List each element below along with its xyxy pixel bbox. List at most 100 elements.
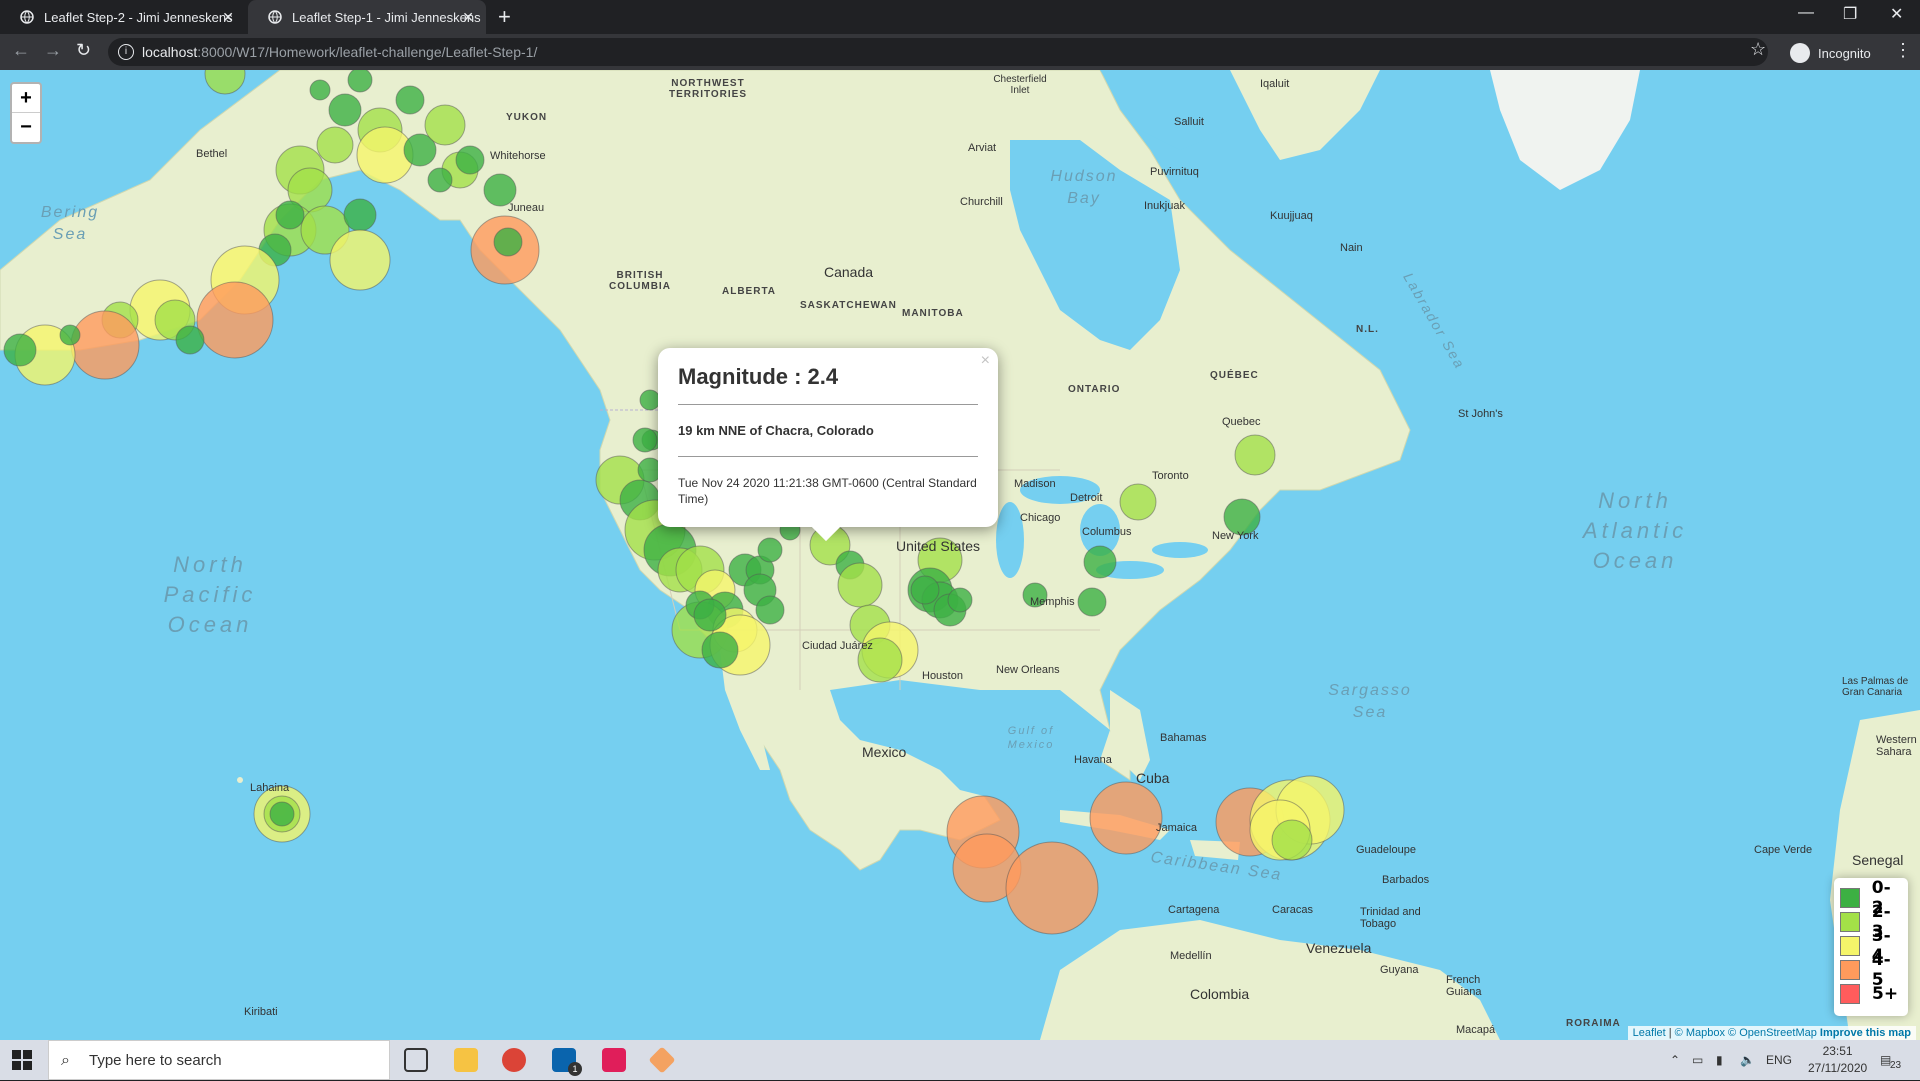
popup-divider bbox=[678, 456, 978, 457]
label-north-pacific-ocean: North Pacific Ocean bbox=[163, 552, 257, 637]
volume-icon[interactable]: 🔈 bbox=[1740, 1040, 1755, 1080]
earthquake-marker[interactable] bbox=[175, 325, 205, 355]
magnitude-legend: 0-2 2-3 3-4 4-5 5+ bbox=[1834, 878, 1908, 1016]
clock-time: 23:51 bbox=[1822, 1044, 1853, 1058]
popup-close-button[interactable]: × bbox=[981, 352, 990, 370]
label-caracas: Caracas bbox=[1272, 904, 1313, 916]
browser-menu-icon[interactable]: ⋮ bbox=[1894, 40, 1912, 61]
label-nain: Nain bbox=[1340, 242, 1363, 254]
leaflet-link[interactable]: Leaflet bbox=[1633, 1027, 1666, 1039]
tab-leaflet-step-2[interactable]: Leaflet Step-2 - Jimi Jenneskens ✕ bbox=[0, 0, 246, 34]
windows-start-icon[interactable] bbox=[12, 1050, 32, 1070]
earthquake-marker[interactable] bbox=[455, 145, 485, 175]
earthquake-marker[interactable] bbox=[910, 575, 940, 605]
globe-icon bbox=[268, 10, 282, 24]
earthquake-marker[interactable] bbox=[837, 562, 883, 608]
legend-swatch bbox=[1840, 960, 1860, 980]
battery-icon[interactable]: ▮ bbox=[1716, 1040, 1723, 1080]
restore-icon[interactable]: ❐ bbox=[1843, 4, 1857, 24]
earthquake-marker[interactable] bbox=[347, 70, 373, 93]
forward-icon[interactable]: → bbox=[44, 40, 62, 61]
incognito-profile[interactable]: Incognito bbox=[1790, 43, 1871, 63]
zoom-out-button[interactable]: − bbox=[12, 113, 40, 142]
improve-map-link[interactable]: Improve this map bbox=[1820, 1027, 1911, 1039]
earthquake-marker[interactable] bbox=[1271, 819, 1313, 861]
earthquake-marker[interactable] bbox=[947, 587, 973, 613]
legend-swatch bbox=[1840, 936, 1860, 956]
label-manitoba: MANITOBA bbox=[902, 308, 964, 319]
task-view-icon[interactable] bbox=[404, 1048, 428, 1072]
label-trinidad: Trinidad and Tobago bbox=[1360, 906, 1421, 930]
label-detroit: Detroit bbox=[1070, 492, 1103, 504]
language-indicator[interactable]: ENG bbox=[1766, 1040, 1792, 1080]
popup-divider bbox=[678, 404, 978, 405]
label-quebec: QUÉBEC bbox=[1210, 370, 1259, 381]
tray-chevron-icon[interactable]: ⌃ bbox=[1670, 1040, 1680, 1080]
label-las-palmas: Las Palmas de Gran Canaria bbox=[1842, 676, 1909, 698]
system-clock[interactable]: 23:51 27/11/2020 bbox=[1808, 1043, 1867, 1077]
address-bar[interactable]: i localhost:8000/W17/Homework/leaflet-ch… bbox=[108, 38, 1768, 66]
label-arviat: Arviat bbox=[968, 142, 997, 154]
browser-tab-bar: Leaflet Step-2 - Jimi Jenneskens ✕ Leafl… bbox=[0, 0, 1920, 34]
mapbox-link[interactable]: © Mapbox bbox=[1675, 1027, 1725, 1039]
label-ontario: ONTARIO bbox=[1068, 384, 1121, 395]
close-window-icon[interactable]: ✕ bbox=[1890, 4, 1903, 24]
earthquake-marker[interactable] bbox=[329, 229, 391, 291]
earthquake-marker[interactable] bbox=[427, 167, 453, 193]
label-whitehorse: Whitehorse bbox=[490, 150, 546, 162]
earthquake-marker[interactable] bbox=[493, 227, 523, 257]
earthquake-marker[interactable] bbox=[316, 126, 354, 164]
label-kuujjuaq: Kuujjuaq bbox=[1270, 210, 1313, 222]
earthquake-marker[interactable] bbox=[328, 93, 362, 127]
earthquake-marker[interactable] bbox=[309, 79, 331, 101]
earthquake-marker[interactable] bbox=[395, 85, 425, 115]
zoom-in-button[interactable]: + bbox=[12, 84, 40, 113]
tab-close-icon[interactable]: ✕ bbox=[222, 9, 234, 26]
earthquake-marker[interactable] bbox=[204, 70, 246, 95]
label-jamaica: Jamaica bbox=[1156, 822, 1197, 834]
earthquake-marker[interactable] bbox=[1119, 483, 1157, 521]
earthquake-marker[interactable] bbox=[1089, 781, 1163, 855]
minimize-icon[interactable]: — bbox=[1798, 4, 1814, 22]
earthquake-marker[interactable] bbox=[755, 595, 785, 625]
browser-toolbar: ← → ↻ i localhost:8000/W17/Homework/leaf… bbox=[0, 34, 1920, 70]
earthquake-marker[interactable] bbox=[275, 200, 305, 230]
chrome-icon[interactable] bbox=[502, 1048, 526, 1072]
label-nl: N.L. bbox=[1356, 324, 1379, 335]
label-madison: Madison bbox=[1014, 478, 1056, 490]
earthquake-marker[interactable] bbox=[59, 324, 81, 346]
earthquake-marker[interactable] bbox=[693, 598, 727, 632]
slack-icon[interactable] bbox=[602, 1048, 626, 1072]
leaflet-map[interactable]: Canada United States Mexico Cuba Venezue… bbox=[0, 70, 1920, 1040]
legend-swatch bbox=[1840, 984, 1860, 1004]
earthquake-marker[interactable] bbox=[70, 310, 140, 380]
earthquake-marker[interactable] bbox=[1077, 587, 1107, 617]
earthquake-marker[interactable] bbox=[269, 801, 295, 827]
earthquake-marker[interactable] bbox=[639, 389, 661, 411]
earthquake-marker[interactable] bbox=[343, 198, 377, 232]
reload-icon[interactable]: ↻ bbox=[76, 40, 91, 61]
earthquake-marker[interactable] bbox=[424, 104, 466, 146]
new-tab-button[interactable]: + bbox=[498, 4, 511, 30]
earthquake-marker[interactable] bbox=[3, 333, 37, 367]
network-icon[interactable]: ▭ bbox=[1692, 1040, 1703, 1080]
bookmark-star-icon[interactable]: ☆ bbox=[1750, 39, 1766, 60]
earthquake-marker[interactable] bbox=[757, 537, 783, 563]
label-chesterfield-inlet: Chesterfield Inlet bbox=[993, 74, 1047, 96]
git-app-icon[interactable] bbox=[648, 1046, 676, 1074]
file-explorer-icon[interactable] bbox=[454, 1048, 478, 1072]
tab-leaflet-step-1[interactable]: Leaflet Step-1 - Jimi Jenneskens ✕ bbox=[248, 0, 486, 34]
site-info-icon[interactable]: i bbox=[118, 44, 134, 60]
label-cartagena: Cartagena bbox=[1168, 904, 1220, 916]
back-icon[interactable]: ← bbox=[12, 40, 30, 61]
earthquake-marker[interactable] bbox=[701, 631, 739, 669]
label-kiribati: Kiribati bbox=[244, 1006, 278, 1018]
earthquake-marker[interactable] bbox=[196, 281, 274, 359]
taskbar-search[interactable]: ⌕ Type here to search bbox=[48, 1040, 390, 1080]
earthquake-marker[interactable] bbox=[632, 427, 658, 453]
earthquake-marker[interactable] bbox=[1083, 545, 1117, 579]
osm-link[interactable]: © OpenStreetMap bbox=[1728, 1027, 1817, 1039]
earthquake-marker[interactable] bbox=[1005, 841, 1099, 935]
tab-close-icon[interactable]: ✕ bbox=[462, 9, 474, 26]
earthquake-marker[interactable] bbox=[1234, 434, 1276, 476]
